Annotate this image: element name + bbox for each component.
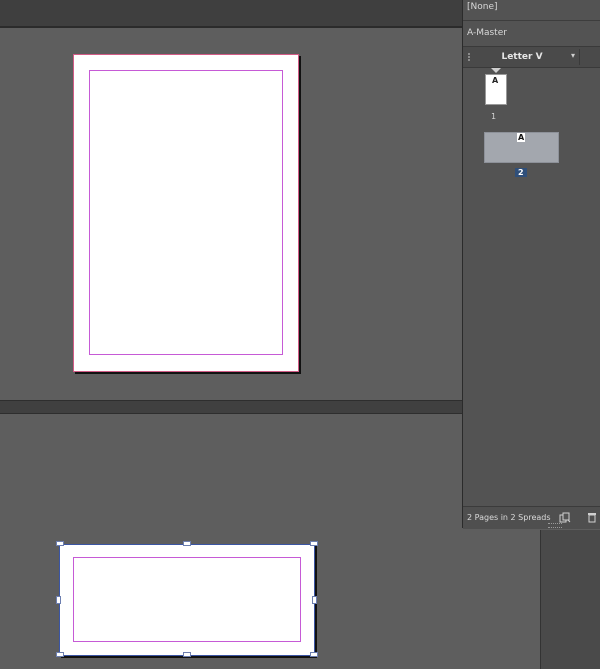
resize-handle-top[interactable]	[183, 541, 191, 546]
page-size-label: Letter V	[501, 52, 543, 62]
panel-resize-grip[interactable]	[548, 523, 562, 528]
resize-handle-bottom[interactable]	[183, 652, 191, 657]
page-thumbnail-1[interactable]: A	[485, 74, 507, 105]
margin-guide	[73, 557, 301, 642]
master-prefix: A	[492, 76, 499, 85]
margin-guide	[89, 70, 283, 355]
right-gutter	[540, 530, 600, 669]
resize-handle-bottom-left[interactable]	[56, 652, 64, 657]
new-page-icon[interactable]	[559, 512, 571, 523]
page-count-status: 2 Pages in 2 Spreads	[467, 513, 551, 522]
current-page-indicator	[491, 68, 501, 73]
resize-handle-bottom-right[interactable]	[310, 652, 318, 657]
panel-separator	[463, 20, 600, 21]
document-toolbar	[0, 0, 462, 28]
resize-handle-top-right[interactable]	[310, 541, 318, 546]
page-number-1: 1	[491, 112, 497, 121]
trash-icon[interactable]	[587, 512, 597, 523]
master-none[interactable]: [None]	[467, 2, 498, 12]
chevron-down-icon[interactable]: ▾	[571, 51, 575, 60]
document-page-1[interactable]	[74, 55, 298, 371]
size-bar-separator	[579, 49, 580, 65]
page-size-bar[interactable]: Letter V ▾	[463, 46, 600, 68]
grip-icon[interactable]	[468, 53, 472, 61]
page-thumbnail-2[interactable]: A	[484, 132, 559, 163]
pages-panel: [None] A-Master Letter V ▾ A 1 A 2 2 Pag…	[462, 0, 600, 529]
master-prefix: A	[517, 133, 526, 142]
resize-handle-right[interactable]	[312, 596, 317, 604]
master-a[interactable]: A-Master	[467, 28, 507, 38]
spread-divider	[0, 400, 462, 414]
resize-handle-left[interactable]	[56, 596, 61, 604]
panel-footer: 2 Pages in 2 Spreads	[463, 506, 600, 529]
resize-handle-top-left[interactable]	[56, 541, 64, 546]
page-number-2: 2	[515, 168, 527, 177]
document-page-2[interactable]	[59, 544, 315, 656]
